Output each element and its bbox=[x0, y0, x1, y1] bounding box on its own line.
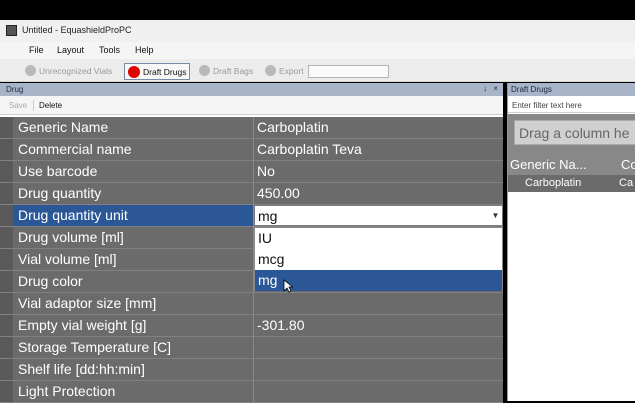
menu-help[interactable]: Help bbox=[135, 45, 154, 55]
property-value[interactable] bbox=[254, 359, 503, 380]
row-gutter bbox=[0, 205, 13, 226]
property-value[interactable]: Carboplatin Teva bbox=[254, 139, 503, 160]
property-row-light-protection[interactable]: Light Protection bbox=[0, 381, 503, 403]
row-gutter bbox=[0, 227, 13, 248]
main-toolbar: Unrecognized Vials Draft Drugs Draft Bag… bbox=[0, 59, 635, 82]
draft-panel-header: Draft Drugs bbox=[508, 83, 635, 96]
status-dot-icon bbox=[265, 65, 276, 76]
property-value[interactable]: Carboplatin bbox=[254, 117, 503, 138]
property-label: Storage Temperature [C] bbox=[13, 337, 254, 358]
pin-icon[interactable]: ↓ bbox=[483, 84, 487, 93]
status-dot-icon bbox=[199, 65, 210, 76]
status-dot-icon bbox=[25, 65, 36, 76]
filter-input[interactable]: Enter filter text here bbox=[508, 97, 635, 113]
chevron-down-icon[interactable]: ▼ bbox=[489, 206, 502, 225]
mouse-cursor-icon bbox=[283, 279, 293, 293]
dropdown-option-iu[interactable]: IU bbox=[255, 228, 502, 249]
row-gutter bbox=[0, 337, 13, 358]
draft-panel-title: Draft Drugs bbox=[511, 85, 552, 94]
export-label: Export bbox=[279, 65, 304, 76]
close-icon[interactable]: × bbox=[493, 84, 498, 93]
menu-bar: File Layout Tools Help bbox=[0, 42, 635, 59]
delete-button[interactable]: Delete bbox=[39, 101, 62, 110]
property-label: Drug quantity bbox=[13, 183, 254, 204]
menu-layout[interactable]: Layout bbox=[57, 45, 84, 55]
save-button[interactable]: Save bbox=[9, 101, 27, 110]
unit-select[interactable]: mg ▼ bbox=[254, 205, 503, 226]
property-value[interactable]: No bbox=[254, 161, 503, 182]
property-row-drug-quantity[interactable]: Drug quantity 450.00 bbox=[0, 183, 503, 205]
column-headers: Generic Na... Co bbox=[508, 154, 635, 175]
drug-panel-title: Drug bbox=[6, 85, 24, 94]
row-gutter bbox=[0, 161, 13, 182]
property-value[interactable] bbox=[254, 293, 503, 314]
unit-select-value: mg bbox=[258, 208, 278, 224]
row-gutter bbox=[0, 271, 13, 292]
property-row-generic-name[interactable]: Generic Name Carboplatin bbox=[0, 117, 503, 139]
table-row[interactable]: Carboplatin Ca bbox=[508, 175, 635, 192]
property-label: Light Protection bbox=[13, 381, 254, 402]
column-header-generic-name[interactable]: Generic Na... bbox=[510, 157, 587, 172]
property-row-storage-temperature[interactable]: Storage Temperature [C] bbox=[0, 337, 503, 359]
property-row-drug-quantity-unit[interactable]: Drug quantity unit mg ▼ bbox=[0, 205, 503, 227]
row-gutter bbox=[0, 359, 13, 380]
group-by-area[interactable]: Drag a column he bbox=[508, 114, 635, 154]
row-gutter bbox=[0, 293, 13, 314]
property-label: Vial adaptor size [mm] bbox=[13, 293, 254, 314]
cell-generic-name: Carboplatin bbox=[525, 177, 582, 189]
unrecognized-vials-label: Unrecognized Vials bbox=[39, 65, 113, 76]
export-button[interactable]: Export bbox=[265, 63, 304, 78]
row-gutter bbox=[0, 249, 13, 270]
drug-toolbar: Save Delete bbox=[0, 96, 503, 115]
menu-tools[interactable]: Tools bbox=[99, 45, 120, 55]
table-empty-area bbox=[508, 192, 635, 401]
toolbar-divider bbox=[33, 100, 34, 111]
draft-drugs-label: Draft Drugs bbox=[143, 66, 187, 77]
draft-drugs-button[interactable]: Draft Drugs bbox=[124, 63, 191, 80]
property-row-use-barcode[interactable]: Use barcode No bbox=[0, 161, 503, 183]
property-row-commercial-name[interactable]: Commercial name Carboplatin Teva bbox=[0, 139, 503, 161]
draft-drugs-panel: Draft Drugs Enter filter text here Drag … bbox=[507, 83, 635, 401]
export-progress-bar bbox=[308, 65, 389, 78]
unrecognized-vials-button[interactable]: Unrecognized Vials bbox=[25, 63, 112, 78]
drug-panel-header: Drug ↓ × bbox=[0, 83, 503, 96]
property-row-shelf-life[interactable]: Shelf life [dd:hh:min] bbox=[0, 359, 503, 381]
row-gutter bbox=[0, 117, 13, 138]
property-label: Vial volume [ml] bbox=[13, 249, 254, 270]
property-label: Drug quantity unit bbox=[13, 205, 254, 226]
property-value[interactable]: 450.00 bbox=[254, 183, 503, 204]
row-gutter bbox=[0, 183, 13, 204]
property-row-vial-adaptor-size[interactable]: Vial adaptor size [mm] bbox=[0, 293, 503, 315]
cell-commercial-name: Ca bbox=[619, 177, 634, 189]
dropdown-option-mcg[interactable]: mcg bbox=[255, 249, 502, 270]
property-value[interactable] bbox=[254, 381, 503, 402]
property-value[interactable] bbox=[254, 337, 503, 358]
property-label: Drug color bbox=[13, 271, 254, 292]
property-value[interactable]: -301.80 bbox=[254, 315, 503, 336]
draft-bags-button[interactable]: Draft Bags bbox=[199, 63, 253, 78]
window-title: Untitled - EquashieldProPC bbox=[22, 25, 132, 35]
status-dot-icon bbox=[128, 65, 140, 78]
row-gutter bbox=[0, 139, 13, 160]
draft-bags-label: Draft Bags bbox=[213, 65, 254, 76]
title-bar: Untitled - EquashieldProPC bbox=[0, 20, 635, 42]
property-row-empty-vial-weight[interactable]: Empty vial weight [g] -301.80 bbox=[0, 315, 503, 337]
group-by-hint: Drag a column he bbox=[514, 120, 635, 145]
column-header-commercial[interactable]: Co bbox=[621, 157, 635, 172]
row-gutter bbox=[0, 315, 13, 336]
property-label: Drug volume [ml] bbox=[13, 227, 254, 248]
property-label: Commercial name bbox=[13, 139, 254, 160]
property-label: Shelf life [dd:hh:min] bbox=[13, 359, 254, 380]
property-label: Generic Name bbox=[13, 117, 254, 138]
property-label: Empty vial weight [g] bbox=[13, 315, 254, 336]
property-label: Use barcode bbox=[13, 161, 254, 182]
row-gutter bbox=[0, 381, 13, 402]
menu-file[interactable]: File bbox=[29, 45, 44, 55]
app-icon bbox=[6, 25, 17, 36]
